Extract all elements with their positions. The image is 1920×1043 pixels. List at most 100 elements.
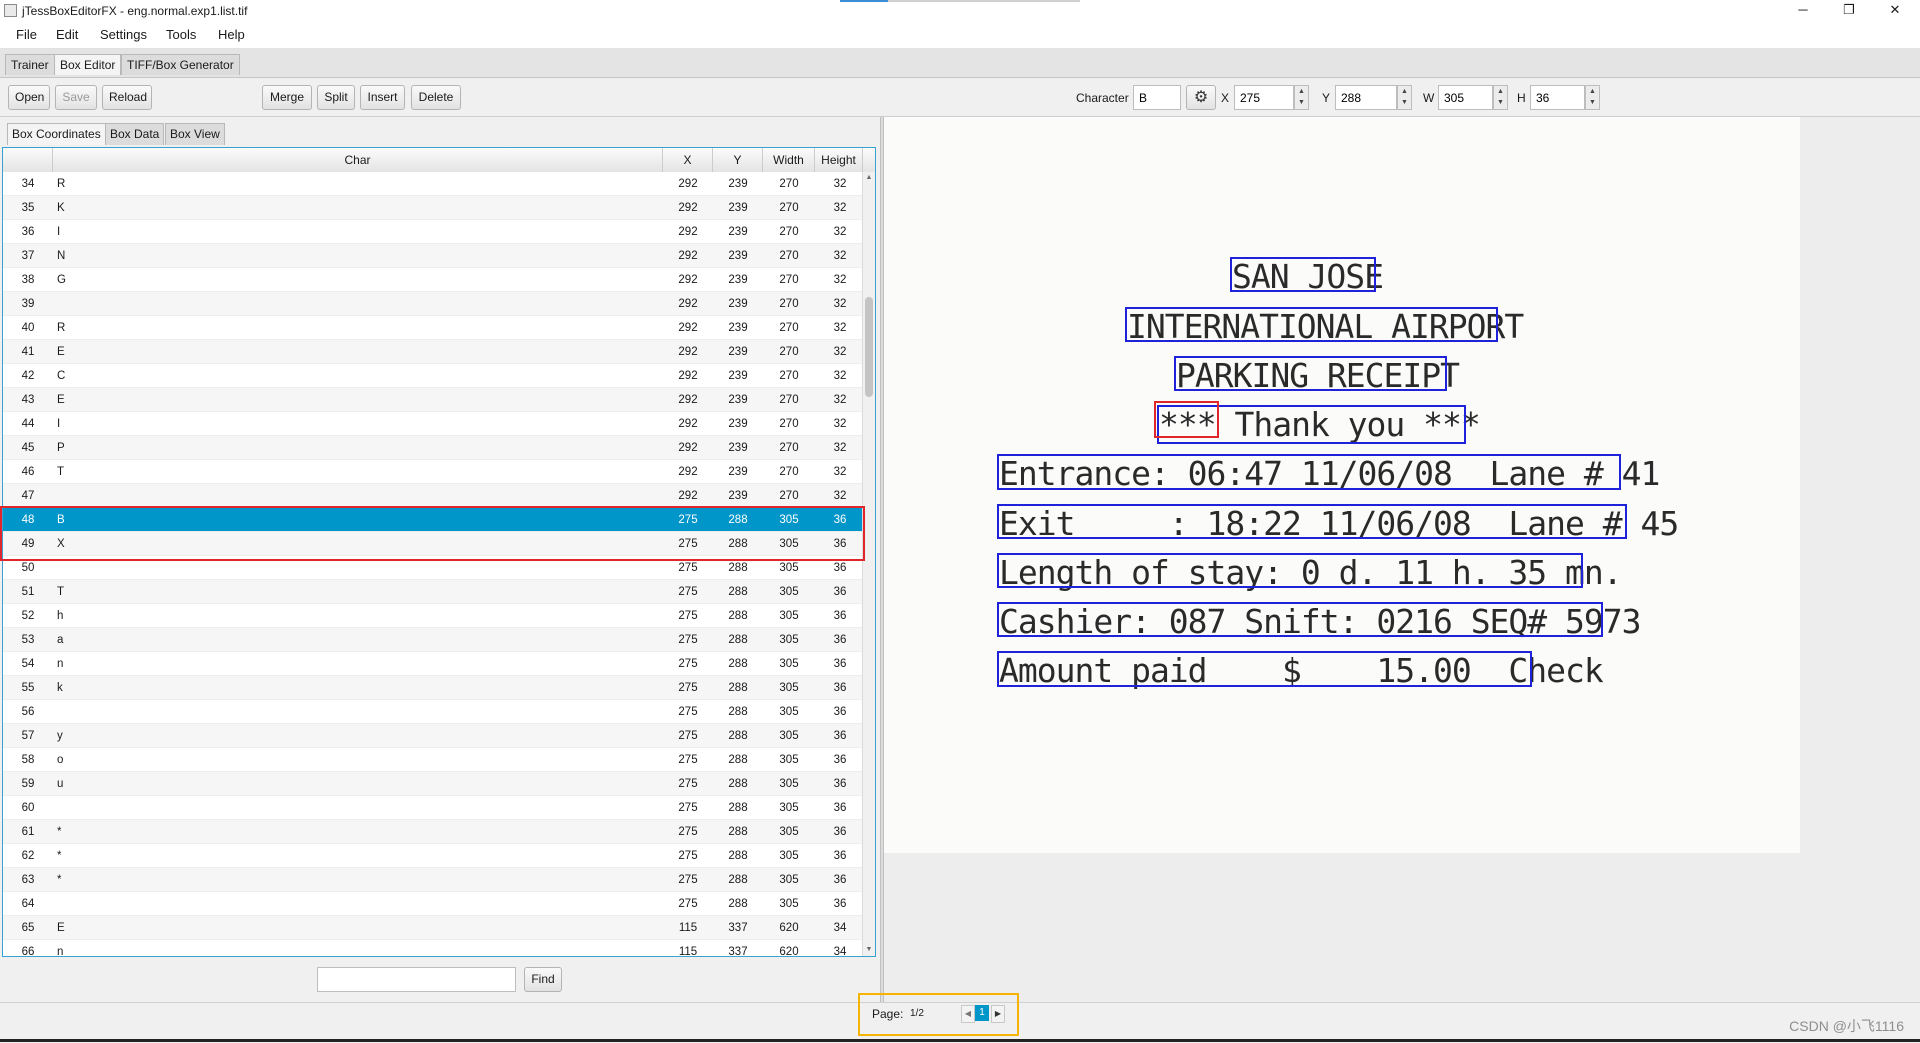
table-row[interactable]: 44 I 292 239 270 32 (3, 412, 863, 436)
insert-button[interactable]: Insert (360, 85, 405, 110)
table-row[interactable]: 51 T 275 288 305 36 (3, 580, 863, 604)
column-header-x[interactable]: X (663, 148, 713, 172)
column-header-char[interactable]: Char (53, 148, 663, 172)
row-width: 305 (779, 562, 799, 574)
ocr-box[interactable] (997, 454, 1621, 490)
tab-box-coordinates[interactable]: Box Coordinates (7, 123, 106, 145)
ocr-box[interactable] (1174, 356, 1447, 391)
reload-button[interactable]: Reload (102, 85, 152, 110)
delete-button[interactable]: Delete (411, 85, 461, 110)
menu-settings[interactable]: Settings (100, 27, 147, 42)
table-row[interactable]: 56 275 288 305 36 (3, 700, 863, 724)
y-field[interactable] (1335, 85, 1397, 110)
table-row[interactable]: 53 a 275 288 305 36 (3, 628, 863, 652)
x-stepper[interactable]: ▲ ▼ (1294, 85, 1309, 110)
y-stepper[interactable]: ▲ ▼ (1397, 85, 1412, 110)
table-row[interactable]: 39 292 239 270 32 (3, 292, 863, 316)
table-row[interactable]: 46 T 292 239 270 32 (3, 460, 863, 484)
scrollbar-thumb[interactable] (865, 297, 873, 397)
row-index: 57 (21, 730, 35, 742)
row-y: 239 (728, 322, 748, 334)
tab-box-data[interactable]: Box Data (105, 123, 165, 145)
table-row[interactable]: 47 292 239 270 32 (3, 484, 863, 508)
prev-page-button[interactable]: ◀ (961, 1005, 975, 1023)
w-field[interactable] (1438, 85, 1493, 110)
table-row[interactable]: 64 275 288 305 36 (3, 892, 863, 916)
menu-file[interactable]: File (16, 27, 37, 42)
h-field[interactable] (1530, 85, 1585, 110)
table-row[interactable]: 59 u 275 288 305 36 (3, 772, 863, 796)
save-button[interactable]: Save (55, 85, 97, 110)
menu-help[interactable]: Help (218, 27, 245, 42)
minimize-button[interactable]: ─ (1780, 0, 1826, 22)
table-row[interactable]: 54 n 275 288 305 36 (3, 652, 863, 676)
gear-icon[interactable]: ⚙ (1186, 85, 1216, 110)
table-row[interactable]: 50 275 288 305 36 (3, 556, 863, 580)
page-1-button[interactable]: 1 (975, 1005, 989, 1021)
column-header-y[interactable]: Y (713, 148, 763, 172)
merge-button[interactable]: Merge (262, 85, 312, 110)
table-row[interactable]: 38 G 292 239 270 32 (3, 268, 863, 292)
table-row[interactable]: 57 y 275 288 305 36 (3, 724, 863, 748)
character-field[interactable] (1133, 85, 1181, 110)
table-row[interactable]: 35 K 292 239 270 32 (3, 196, 863, 220)
tab-tiff-box-generator[interactable]: TIFF/Box Generator (121, 54, 240, 75)
ocr-box[interactable] (1125, 307, 1498, 342)
ocr-box-selected[interactable] (1154, 401, 1219, 438)
row-width: 305 (779, 538, 799, 550)
row-char: * (57, 850, 62, 862)
table-row[interactable]: 48 B 275 288 305 36 (3, 508, 863, 532)
row-x: 275 (678, 610, 698, 622)
find-button[interactable]: Find (524, 967, 562, 992)
tab-box-view[interactable]: Box View (165, 123, 225, 145)
table-row[interactable]: 66 n 115 337 620 34 (3, 940, 863, 956)
table-row[interactable]: 41 E 292 239 270 32 (3, 340, 863, 364)
table-row[interactable]: 42 C 292 239 270 32 (3, 364, 863, 388)
find-input[interactable] (317, 967, 516, 992)
table-row[interactable]: 52 h 275 288 305 36 (3, 604, 863, 628)
table-row[interactable]: 61 * 275 288 305 36 (3, 820, 863, 844)
row-char: h (57, 610, 64, 622)
row-index: 34 (21, 178, 35, 190)
row-width: 305 (779, 874, 799, 886)
table-row[interactable]: 63 * 275 288 305 36 (3, 868, 863, 892)
table-row[interactable]: 45 P 292 239 270 32 (3, 436, 863, 460)
row-char: P (57, 442, 65, 454)
table-row[interactable]: 34 R 292 239 270 32 (3, 172, 863, 196)
ocr-box[interactable] (1230, 257, 1376, 292)
column-header-height[interactable]: Height (815, 148, 863, 172)
restore-button[interactable]: ❐ (1826, 0, 1872, 22)
table-row[interactable]: 36 I 292 239 270 32 (3, 220, 863, 244)
table-scrollbar[interactable]: ▲ ▼ (862, 172, 875, 956)
tab-box-editor[interactable]: Box Editor (54, 54, 122, 75)
table-row[interactable]: 49 X 275 288 305 36 (3, 532, 863, 556)
ocr-box[interactable] (997, 553, 1583, 588)
close-button[interactable]: ✕ (1872, 0, 1918, 22)
table-row[interactable]: 37 N 292 239 270 32 (3, 244, 863, 268)
menu-edit[interactable]: Edit (56, 27, 78, 42)
x-field[interactable] (1234, 85, 1294, 110)
ocr-box[interactable] (997, 651, 1532, 687)
ocr-box[interactable] (997, 504, 1627, 539)
open-button[interactable]: Open (8, 85, 50, 110)
table-row[interactable]: 58 o 275 288 305 36 (3, 748, 863, 772)
column-header-width[interactable]: Width (763, 148, 815, 172)
w-stepper[interactable]: ▲ ▼ (1493, 85, 1508, 110)
column-header-index[interactable] (3, 148, 53, 172)
table-row[interactable]: 43 E 292 239 270 32 (3, 388, 863, 412)
h-stepper[interactable]: ▲ ▼ (1585, 85, 1600, 110)
table-row[interactable]: 40 R 292 239 270 32 (3, 316, 863, 340)
ocr-box[interactable] (997, 602, 1603, 637)
split-button[interactable]: Split (317, 85, 355, 110)
table-row[interactable]: 65 E 115 337 620 34 (3, 916, 863, 940)
row-char (57, 556, 657, 579)
row-width: 305 (779, 514, 799, 526)
menu-tools[interactable]: Tools (166, 27, 196, 42)
tab-trainer[interactable]: Trainer (5, 54, 55, 75)
image-preview-pane: SAN JOSE INTERNATIONAL AIRPORT PARKING R… (884, 117, 1920, 1002)
table-row[interactable]: 55 k 275 288 305 36 (3, 676, 863, 700)
table-row[interactable]: 60 275 288 305 36 (3, 796, 863, 820)
h-label: H (1517, 91, 1526, 105)
next-page-button[interactable]: ▶ (991, 1005, 1005, 1023)
table-row[interactable]: 62 * 275 288 305 36 (3, 844, 863, 868)
